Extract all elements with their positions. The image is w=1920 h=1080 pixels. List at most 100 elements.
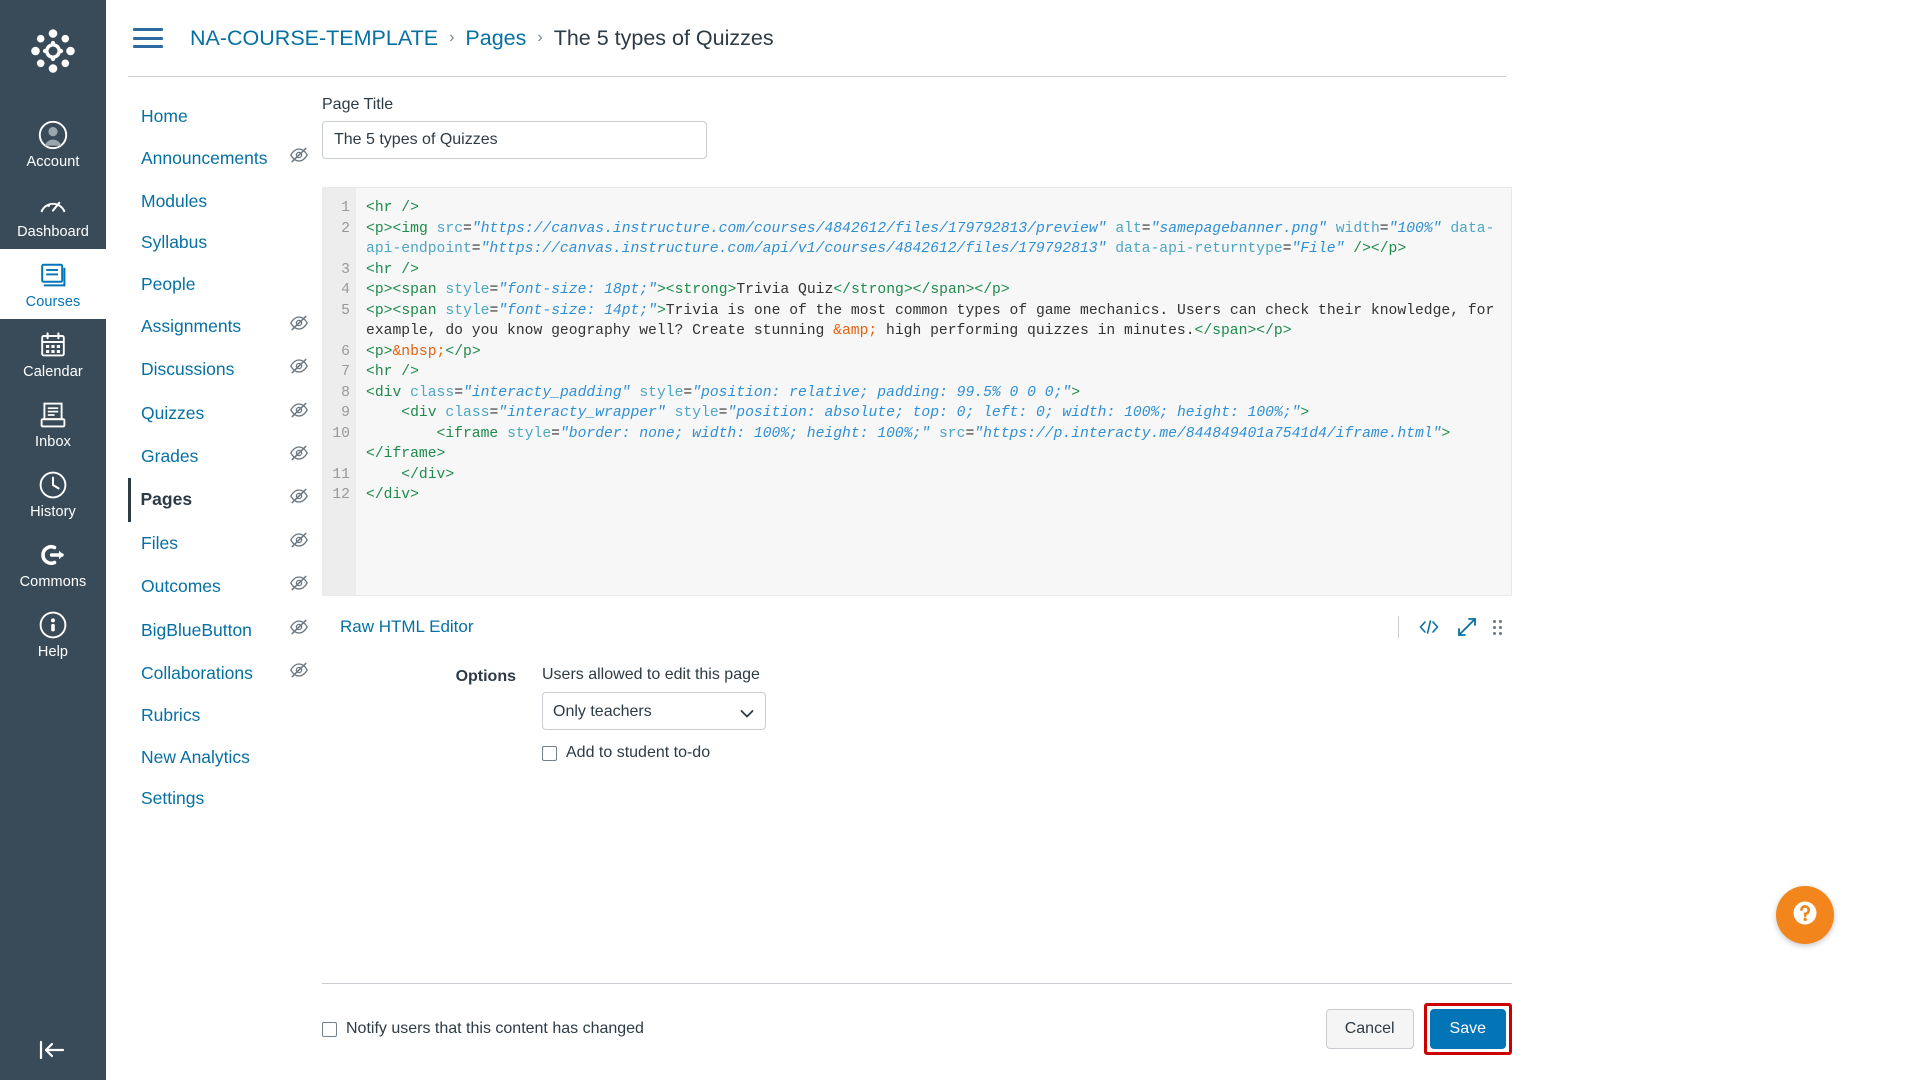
save-button[interactable]: Save	[1429, 1009, 1506, 1049]
course-nav-item-outcomes[interactable]: Outcomes	[128, 565, 313, 608]
course-nav-item-assignments[interactable]: Assignments	[128, 305, 313, 348]
course-nav-item-home[interactable]: Home	[128, 96, 313, 137]
global-nav-item-account[interactable]: Account	[0, 109, 106, 179]
course-nav-item-rubrics[interactable]: Rubrics	[128, 695, 313, 736]
code-line: <p><span style="font-size: 18pt;"><stron…	[366, 282, 1010, 298]
course-nav-label: Outcomes	[141, 576, 221, 597]
expand-editor-icon[interactable]	[1453, 613, 1481, 641]
raw-html-editor-link[interactable]: Raw HTML Editor	[340, 617, 474, 637]
course-nav-item-discussions[interactable]: Discussions	[128, 348, 313, 391]
collapse-left-icon[interactable]	[0, 1038, 106, 1062]
footer-divider	[322, 983, 1512, 984]
global-nav-item-dashboard[interactable]: Dashboard	[0, 179, 106, 249]
options-section: Options Users allowed to edit this page …	[322, 666, 1512, 762]
code-line: <p><span style="font-size: 14pt;">Trivia…	[366, 302, 1504, 340]
global-nav-item-courses[interactable]: Courses	[0, 249, 106, 319]
code-line: <hr />	[366, 364, 419, 380]
html-code-editor[interactable]: 1 2 3 4 5 6 7 8 9 10 11 12 <hr /> <p><img src="https…	[322, 187, 1512, 596]
course-navigation: Home Announcements Modules Syllabus People A…	[128, 96, 313, 819]
line-number: 2	[341, 220, 350, 237]
course-nav-item-files[interactable]: Files	[128, 522, 313, 565]
line-number: 4	[341, 282, 350, 298]
code-line: <div class="interacty_padding" style="po…	[366, 384, 1081, 401]
cancel-button[interactable]: Cancel	[1325, 1009, 1414, 1049]
line-number: 6	[341, 343, 350, 360]
course-nav-label: Rubrics	[141, 705, 201, 726]
global-nav-item-commons[interactable]: Commons	[0, 529, 106, 599]
line-number: 8	[341, 384, 350, 401]
editor-code-content[interactable]: <hr /> <p><img src="https://canvas.instru…	[356, 188, 1511, 595]
hidden-eye-icon	[290, 358, 308, 374]
help-floating-button[interactable]	[1776, 886, 1834, 944]
inbox-icon	[38, 399, 68, 431]
course-nav-label: Assignments	[141, 315, 242, 336]
student-todo-label: Add to student to-do	[566, 744, 711, 761]
global-nav-label: Account	[26, 154, 80, 170]
code-line: </div>	[401, 466, 455, 483]
notify-users-checkbox[interactable]	[322, 1021, 337, 1037]
course-nav-label: People	[141, 273, 196, 294]
hidden-eye-icon	[290, 315, 308, 331]
global-nav-label: Courses	[25, 294, 81, 310]
student-todo-checkbox-row[interactable]: Add to student to-do	[542, 744, 1512, 762]
global-nav-label: Dashboard	[17, 224, 89, 240]
global-nav-item-help[interactable]: Help	[0, 599, 106, 669]
breadcrumb-separator: ›	[449, 29, 455, 46]
resize-handle-icon[interactable]	[1491, 618, 1504, 637]
course-nav-item-bigbluebutton[interactable]: BigBlueButton	[128, 609, 313, 652]
global-nav-label: Commons	[19, 574, 87, 590]
course-nav-item-collaborations[interactable]: Collaborations	[128, 652, 313, 695]
visibility-hidden-indicator	[289, 145, 313, 172]
breadcrumb-bar: NA-COURSE-TEMPLATE › Pages › The 5 types…	[106, 0, 1920, 76]
course-nav-item-pages[interactable]: Pages	[128, 478, 313, 522]
canvas-logo-icon[interactable]	[24, 22, 82, 85]
course-nav-item-people[interactable]: People	[128, 264, 313, 305]
breadcrumb-item-course[interactable]: NA-COURSE-TEMPLATE	[190, 26, 438, 51]
course-nav-label: Home	[141, 106, 188, 126]
edit-permission-select[interactable]: Only teachersTeachers and studentsAnyone	[542, 692, 766, 730]
clock-icon	[38, 469, 68, 501]
course-nav-item-quizzes[interactable]: Quizzes	[128, 392, 313, 435]
course-nav-item-announcements[interactable]: Announcements	[128, 137, 313, 180]
code-line: <hr />	[366, 261, 419, 278]
course-nav-label: Syllabus	[141, 232, 208, 253]
page-title-label: Page Title	[322, 96, 394, 113]
editor-line-numbers: 1 2 3 4 5 6 7 8 9 10 11 12	[323, 188, 356, 595]
question-mark-icon	[1790, 898, 1820, 933]
visibility-hidden-indicator	[289, 530, 313, 557]
course-nav-item-new-analytics[interactable]: New Analytics	[128, 737, 313, 778]
header-divider	[128, 76, 1506, 77]
breadcrumb-separator: ›	[537, 29, 543, 46]
line-number: 5	[341, 302, 350, 319]
student-todo-checkbox[interactable]	[542, 745, 557, 761]
global-nav-item-inbox[interactable]: Inbox	[0, 389, 106, 459]
global-nav-item-history[interactable]: History	[0, 459, 106, 529]
visibility-hidden-indicator	[289, 486, 313, 513]
course-nav-item-grades[interactable]: Grades	[128, 435, 313, 478]
notify-users-checkbox-row[interactable]: Notify users that this content has chang…	[322, 1020, 644, 1038]
course-nav-label: Discussions	[141, 359, 235, 380]
course-nav-label: New Analytics	[141, 746, 250, 767]
visibility-hidden-indicator	[289, 573, 313, 600]
help-info-icon	[38, 609, 68, 641]
visibility-hidden-indicator	[289, 356, 313, 383]
hidden-eye-icon	[290, 402, 308, 417]
code-line: <p><img src="https://canvas.instructure.…	[366, 220, 1495, 258]
visibility-hidden-indicator	[289, 400, 313, 427]
hidden-eye-icon	[290, 445, 308, 461]
course-nav-item-syllabus[interactable]: Syllabus	[128, 222, 313, 263]
html-code-icon[interactable]	[1415, 613, 1443, 641]
visibility-hidden-indicator	[289, 660, 313, 687]
hidden-eye-icon	[290, 148, 308, 163]
course-nav-label: Collaborations	[141, 662, 253, 683]
line-number: 9	[341, 405, 350, 421]
breadcrumb-item-pages[interactable]: Pages	[465, 26, 526, 51]
page-title-input[interactable]	[322, 121, 707, 159]
global-nav-item-calendar[interactable]: Calendar	[0, 319, 106, 389]
hidden-eye-icon	[290, 575, 308, 591]
hamburger-menu-icon[interactable]	[128, 26, 168, 50]
edit-permission-label: Users allowed to edit this page	[542, 666, 760, 683]
dashboard-icon	[38, 189, 68, 221]
course-nav-item-modules[interactable]: Modules	[128, 181, 313, 222]
course-nav-item-settings[interactable]: Settings	[128, 778, 313, 819]
